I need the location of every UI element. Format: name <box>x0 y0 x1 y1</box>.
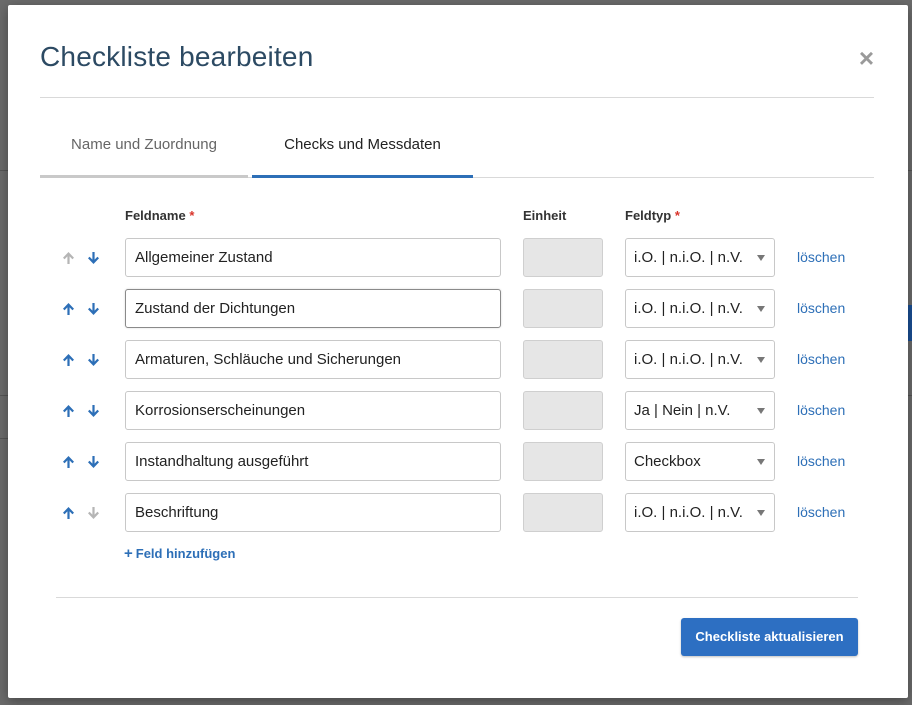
field-type-value: i.O. | n.i.O. | n.V. <box>634 249 743 266</box>
field-type-value: Ja | Nein | n.V. <box>634 402 731 419</box>
unit-input <box>523 391 603 430</box>
required-marker: * <box>189 208 195 223</box>
field-type-value: i.O. | n.i.O. | n.V. <box>634 300 743 317</box>
delete-field-link[interactable]: löschen <box>797 453 845 469</box>
tab-checks-and-measurements[interactable]: Checks und Messdaten <box>252 125 473 178</box>
add-field-label: Feld hinzufügen <box>135 546 236 561</box>
move-up-icon[interactable] <box>60 503 76 523</box>
field-type-select[interactable]: Checkbox <box>625 442 775 481</box>
field-row: i.O. | n.i.O. | n.V. löschen <box>8 289 908 329</box>
required-marker: * <box>674 208 680 223</box>
field-name-input[interactable] <box>125 442 501 481</box>
caret-down-icon <box>757 408 765 414</box>
tab-bar: Name und Zuordnung Checks und Messdaten <box>40 125 874 178</box>
footer-divider <box>56 597 858 598</box>
delete-field-link[interactable]: löschen <box>797 249 845 265</box>
caret-down-icon <box>757 306 765 312</box>
column-header-type-label: Feldtyp <box>625 208 672 223</box>
field-name-input[interactable] <box>125 238 501 277</box>
field-name-input[interactable] <box>125 289 501 328</box>
move-up-icon[interactable] <box>60 401 76 421</box>
caret-down-icon <box>757 459 765 465</box>
field-type-value: i.O. | n.i.O. | n.V. <box>634 351 743 368</box>
column-header-name-label: Feldname <box>125 208 186 223</box>
tab-name-and-assignment[interactable]: Name und Zuordnung <box>40 125 248 178</box>
unit-input <box>523 238 603 277</box>
move-down-icon[interactable] <box>85 248 101 268</box>
unit-input <box>523 493 603 532</box>
field-type-value: Checkbox <box>634 453 701 470</box>
unit-input <box>523 340 603 379</box>
unit-input <box>523 289 603 328</box>
field-type-select[interactable]: i.O. | n.i.O. | n.V. <box>625 340 775 379</box>
column-header-unit-label: Einheit <box>523 208 567 223</box>
move-down-icon[interactable] <box>85 299 101 319</box>
update-checklist-button[interactable]: Checkliste aktualisieren <box>681 618 858 656</box>
field-type-select[interactable]: i.O. | n.i.O. | n.V. <box>625 493 775 532</box>
field-row: Checkbox löschen <box>8 442 908 482</box>
delete-field-link[interactable]: löschen <box>797 504 845 520</box>
caret-down-icon <box>757 510 765 516</box>
move-down-icon <box>85 503 101 523</box>
unit-input <box>523 442 603 481</box>
move-down-icon[interactable] <box>85 452 101 472</box>
field-type-select[interactable]: Ja | Nein | n.V. <box>625 391 775 430</box>
delete-field-link[interactable]: löschen <box>797 402 845 418</box>
field-type-value: i.O. | n.i.O. | n.V. <box>634 504 743 521</box>
move-up-icon[interactable] <box>60 299 76 319</box>
move-down-icon[interactable] <box>85 350 101 370</box>
move-up-icon[interactable] <box>60 452 76 472</box>
delete-field-link[interactable]: löschen <box>797 351 845 367</box>
field-type-select[interactable]: i.O. | n.i.O. | n.V. <box>625 238 775 277</box>
move-up-icon <box>60 248 76 268</box>
field-row: i.O. | n.i.O. | n.V. löschen <box>8 493 908 533</box>
edit-checklist-modal: Checkliste bearbeiten × Name und Zuordnu… <box>8 5 908 698</box>
delete-field-link[interactable]: löschen <box>797 300 845 316</box>
column-header-unit: Einheit <box>523 208 566 223</box>
move-up-icon[interactable] <box>60 350 76 370</box>
close-icon[interactable]: × <box>859 45 874 71</box>
caret-down-icon <box>757 357 765 363</box>
field-name-input[interactable] <box>125 493 501 532</box>
field-row: i.O. | n.i.O. | n.V. löschen <box>8 238 908 278</box>
field-name-input[interactable] <box>125 391 501 430</box>
add-field-link[interactable]: + Feld hinzufügen <box>124 546 235 561</box>
column-header-type: Feldtyp * <box>625 208 680 223</box>
caret-down-icon <box>757 255 765 261</box>
modal-title: Checkliste bearbeiten <box>40 41 314 72</box>
plus-icon: + <box>124 545 133 562</box>
field-type-select[interactable]: i.O. | n.i.O. | n.V. <box>625 289 775 328</box>
field-name-input[interactable] <box>125 340 501 379</box>
move-down-icon[interactable] <box>85 401 101 421</box>
field-row: i.O. | n.i.O. | n.V. löschen <box>8 340 908 380</box>
field-row: Ja | Nein | n.V. löschen <box>8 391 908 431</box>
header-divider <box>40 97 874 98</box>
column-header-name: Feldname * <box>125 208 194 223</box>
